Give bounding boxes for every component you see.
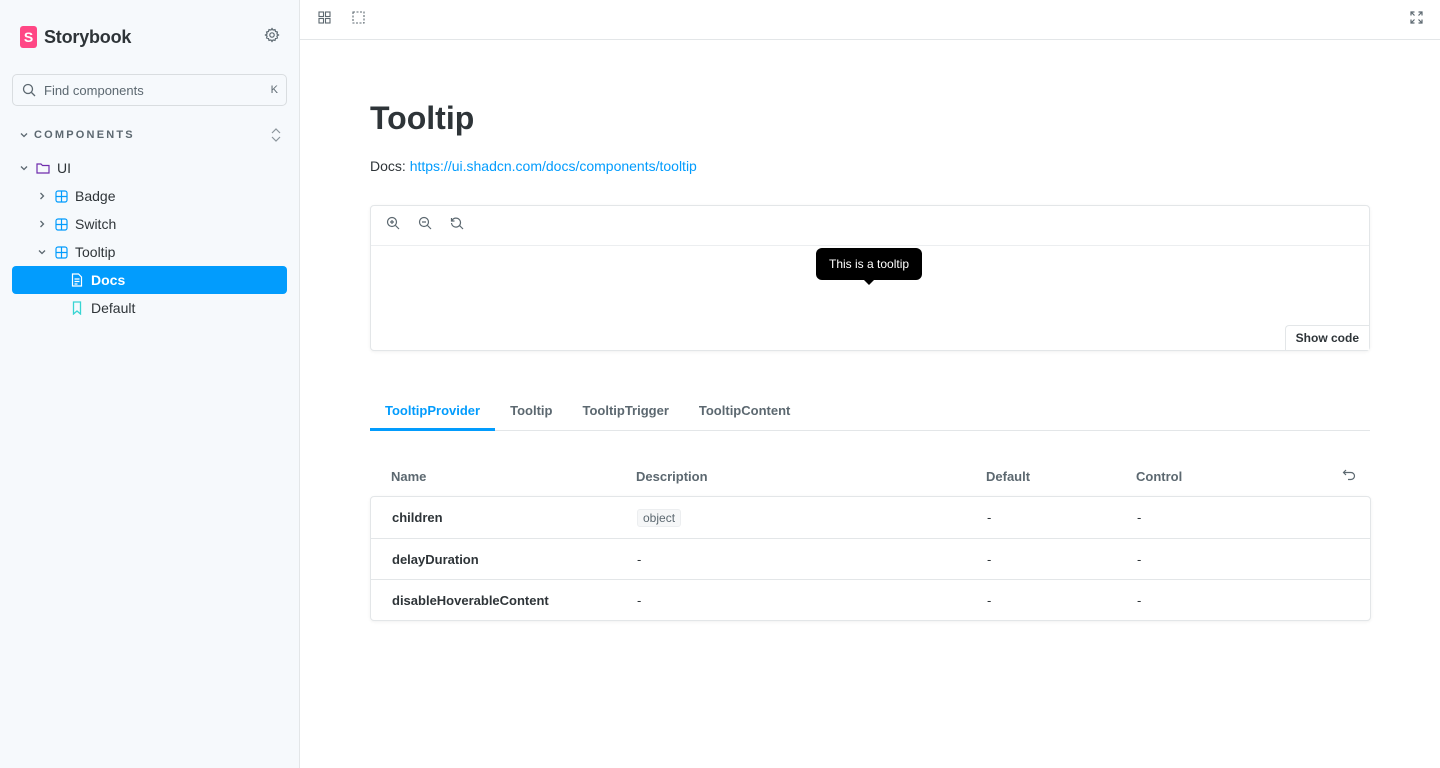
chevron-right-icon [36, 190, 48, 202]
settings-button[interactable] [262, 26, 282, 48]
tab-tooltip-content[interactable]: TooltipContent [684, 390, 805, 431]
brand-name: Storybook [44, 26, 132, 47]
zoom-in-icon [386, 216, 400, 235]
grid-icon [317, 11, 331, 29]
tooltip-popup: This is a tooltip [816, 248, 923, 285]
docs-line: Docs: https://ui.shadcn.com/docs/compone… [370, 158, 697, 174]
search-input[interactable] [44, 82, 271, 98]
sidebar-item-label: Switch [75, 216, 117, 232]
header-name: Name [391, 468, 427, 484]
preview-toolbar [371, 206, 1369, 246]
outline-icon [351, 11, 365, 29]
arg-name: delayDuration [392, 551, 479, 567]
docs-link[interactable]: https://ui.shadcn.com/docs/components/to… [410, 158, 697, 174]
header-default: Default [986, 468, 1031, 484]
docs-prefix: Docs: [370, 158, 406, 174]
page-title: Tooltip [370, 100, 475, 136]
expand-collapse-icon[interactable] [268, 126, 284, 144]
zoom-out-button[interactable] [415, 216, 435, 236]
search-shortcut: K [270, 84, 278, 96]
chevron-down-icon [18, 162, 30, 174]
storybook-logo: S [20, 26, 37, 48]
sidebar: S Storybook K COMPONENTS [0, 0, 300, 768]
arg-description: - [637, 551, 642, 567]
component-icon [54, 189, 68, 203]
arg-name: children [392, 510, 443, 525]
zoom-reset-button[interactable] [447, 216, 467, 236]
sidebar-item-tooltip[interactable]: Tooltip [36, 238, 287, 266]
toolbar [300, 0, 1440, 40]
folder-icon [36, 161, 50, 175]
bookmark-icon [70, 301, 84, 315]
args-table-body: children object - - delayDuration - - - … [370, 496, 1371, 621]
zoom-in-button[interactable] [383, 216, 403, 236]
header-control: Control [1136, 468, 1183, 484]
section-label: COMPONENTS [34, 129, 135, 141]
sidebar-item-default[interactable]: Default [70, 294, 287, 322]
story-preview: This is a tooltip Show code [370, 205, 1370, 351]
arg-description: - [637, 592, 642, 608]
fullscreen-button[interactable] [1406, 10, 1426, 30]
args-table-header: Name Description Default Control [370, 456, 1371, 496]
arg-default: - [987, 510, 992, 525]
zoom-reset-icon [450, 216, 464, 235]
chevron-right-icon [36, 218, 48, 230]
sidebar-item-docs[interactable]: Docs [12, 266, 287, 294]
components-section-header[interactable]: COMPONENTS [18, 126, 284, 144]
sidebar-item-badge[interactable]: Badge [36, 182, 287, 210]
tab-tooltip-trigger[interactable]: TooltipTrigger [567, 390, 683, 431]
arg-control: - [1137, 510, 1142, 525]
show-code-button[interactable]: Show code [1284, 325, 1369, 350]
tooltip-text: This is a tooltip [829, 257, 910, 271]
sidebar-item-label: Badge [75, 188, 116, 204]
arg-default: - [987, 592, 992, 608]
arg-name: disableHoverableContent [392, 592, 549, 608]
sidebar-item-label: Tooltip [75, 244, 116, 260]
undo-icon [1342, 469, 1356, 484]
arg-control: - [1137, 551, 1142, 567]
arg-description: object [637, 508, 987, 527]
search-icon [21, 82, 37, 98]
type-chip: object [637, 508, 682, 527]
search-box[interactable]: K [12, 74, 287, 106]
outline-toggle-button[interactable] [348, 10, 368, 30]
gear-icon [264, 26, 280, 48]
table-row: delayDuration - - - [371, 538, 1370, 579]
table-row: disableHoverableContent - - - [371, 579, 1370, 620]
component-icon [54, 245, 68, 259]
fullscreen-icon [1409, 11, 1423, 29]
tooltip-arrow [864, 280, 875, 285]
sidebar-item-switch[interactable]: Switch [36, 210, 287, 238]
sidebar-item-label: Docs [91, 272, 126, 288]
zoom-out-icon [418, 216, 432, 235]
sidebar-item-label: Default [91, 300, 136, 316]
arg-default: - [987, 551, 992, 567]
grid-toggle-button[interactable] [314, 10, 334, 30]
brand[interactable]: S Storybook [20, 25, 131, 49]
table-row: children object - - [371, 497, 1370, 538]
chevron-down-icon [36, 246, 48, 258]
tab-tooltip-provider[interactable]: TooltipProvider [370, 390, 496, 431]
component-tabs: TooltipProvider Tooltip TooltipTrigger T… [370, 390, 1370, 431]
reset-controls-button[interactable] [1341, 468, 1357, 484]
document-icon [70, 273, 84, 287]
sidebar-item-ui[interactable]: UI [18, 154, 287, 182]
chevron-down-icon [18, 129, 30, 141]
tab-tooltip[interactable]: Tooltip [495, 390, 567, 431]
sidebar-item-label: UI [57, 160, 71, 176]
header-description: Description [636, 468, 708, 484]
component-icon [54, 217, 68, 231]
args-table: Name Description Default Control childre… [370, 456, 1371, 621]
arg-control: - [1137, 592, 1142, 608]
